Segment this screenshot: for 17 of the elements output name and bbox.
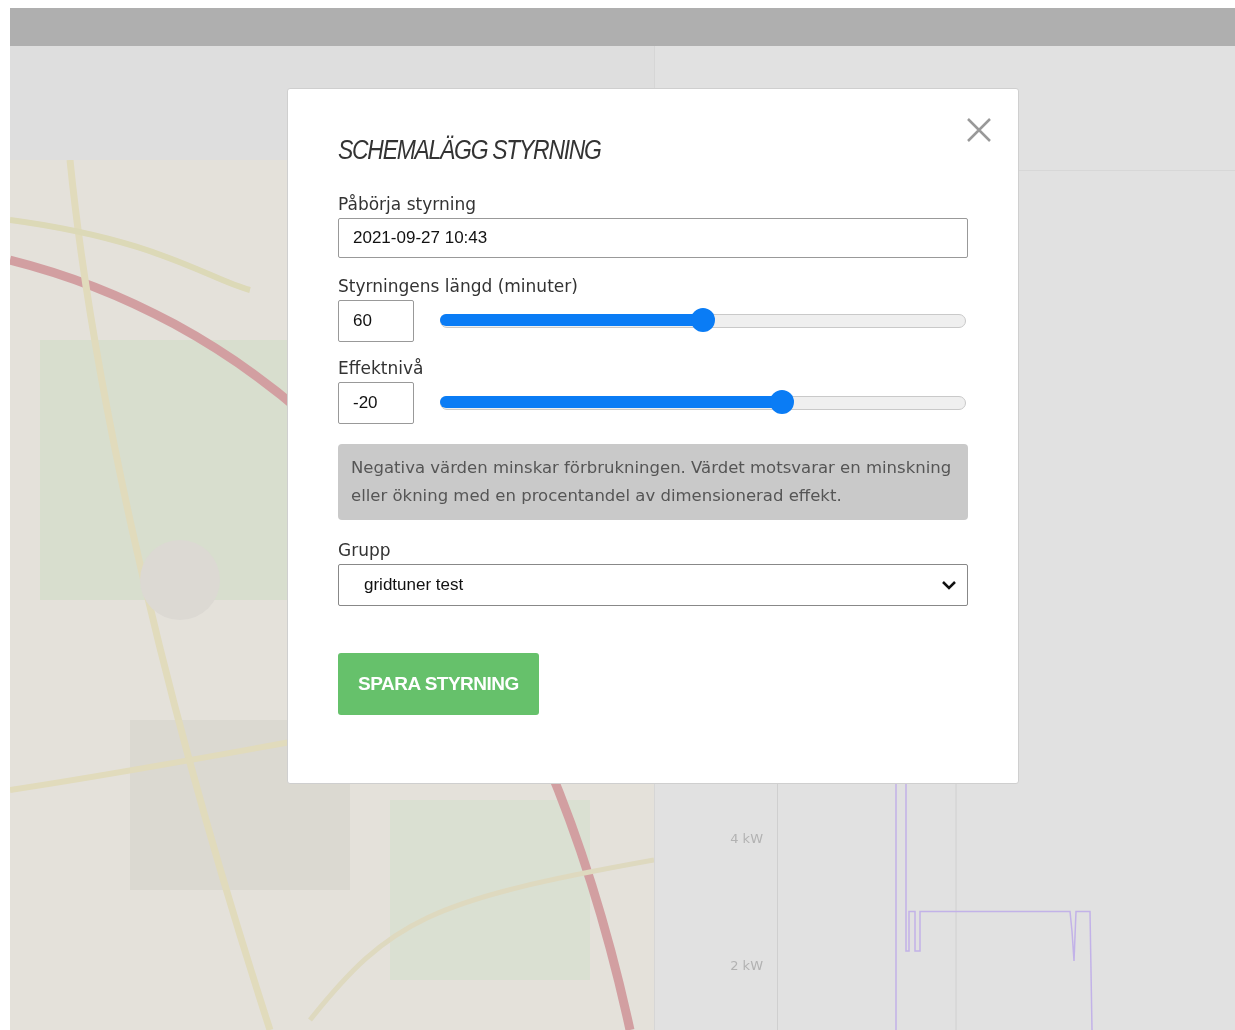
field-label: Grupp: [338, 540, 391, 560]
number-field[interactable]: 60: [338, 300, 414, 342]
slider-thumb[interactable]: [769, 390, 794, 414]
group-select[interactable]: gridtuner test: [338, 564, 968, 606]
chevron-icon: [941, 580, 957, 590]
info-text: Negativa värden minskar förbrukningen. Värdet motsvarar en minskning eller ökning med en procentandel av dimensionerad effekt.: [338, 444, 968, 520]
slider[interactable]: [440, 391, 966, 415]
slider-label: Styrningens längd (minuter): [338, 276, 578, 296]
close-button[interactable]: [966, 117, 992, 143]
slider-label: Effektnivå: [338, 358, 424, 378]
date-field[interactable]: 2021-09-27 10:43: [338, 218, 968, 258]
number-field[interactable]: -20: [338, 382, 414, 424]
dialog-title: SCHEMALÄGG STYRNING: [338, 135, 601, 166]
field-label: Påbörja styrning: [338, 194, 476, 214]
slider-thumb[interactable]: [691, 308, 715, 332]
close-icon: [966, 117, 992, 143]
slider[interactable]: [440, 309, 966, 333]
